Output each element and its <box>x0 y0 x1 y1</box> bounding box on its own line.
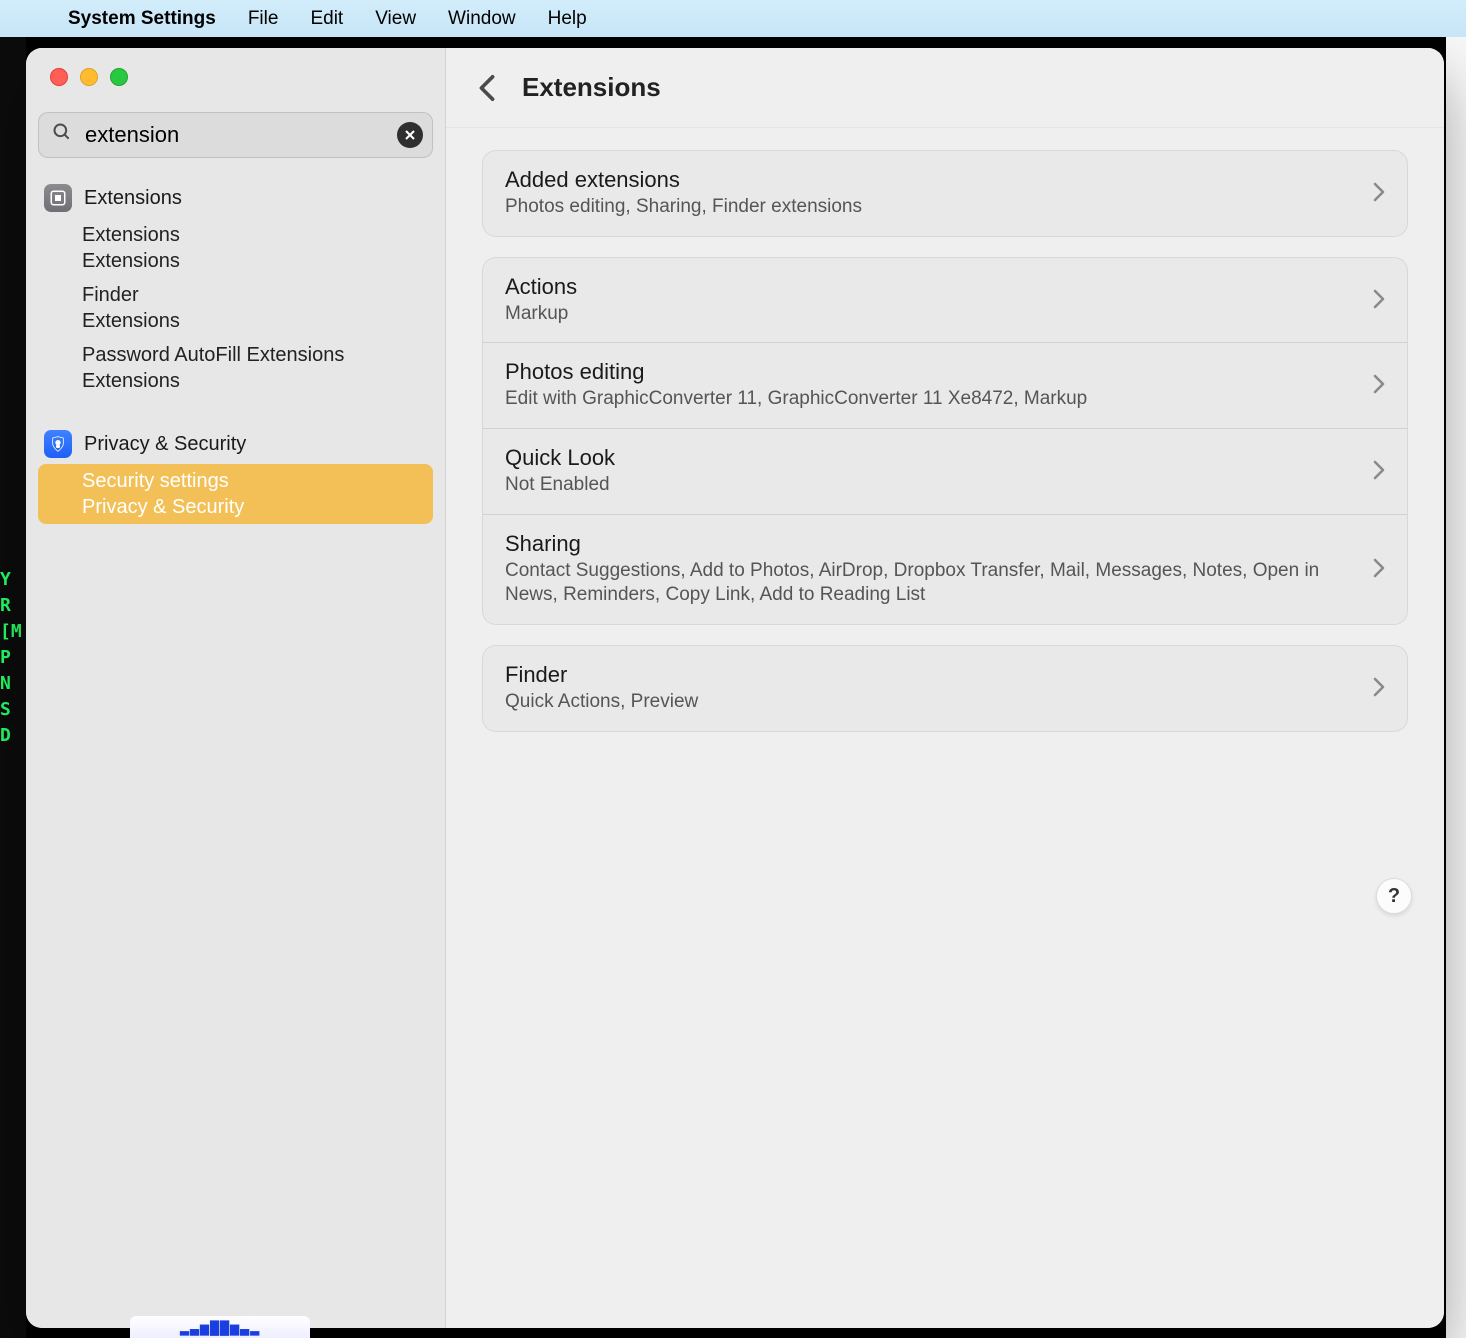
row-title: Finder <box>505 662 1373 688</box>
sidebar-group-extensions: Extensions Extensions Extensions Finder … <box>26 174 445 402</box>
menu-view[interactable]: View <box>375 8 416 30</box>
chevron-right-icon <box>1373 558 1385 581</box>
sidebar-heading-extensions[interactable]: Extensions <box>38 178 433 218</box>
row-subtitle: Edit with GraphicConverter 11, GraphicCo… <box>505 387 1373 412</box>
background-terminal: Y R [M P N S D <box>0 37 26 1338</box>
row-subtitle: Not Enabled <box>505 473 1373 498</box>
row-photos-editing[interactable]: Photos editing Edit with GraphicConverte… <box>483 342 1407 428</box>
content-header: Extensions <box>446 48 1444 128</box>
app-name[interactable]: System Settings <box>68 8 216 30</box>
chevron-right-icon <box>1373 677 1385 700</box>
menu-file[interactable]: File <box>248 8 279 30</box>
row-actions[interactable]: Actions Markup <box>483 258 1407 343</box>
row-subtitle: Markup <box>505 302 1373 327</box>
close-button[interactable] <box>50 68 68 86</box>
row-subtitle: Photos editing, Sharing, Finder extensio… <box>505 195 1373 220</box>
back-button[interactable] <box>470 71 504 105</box>
privacy-icon <box>44 430 72 458</box>
sidebar-item-security-settings[interactable]: Security settings Privacy & Security <box>38 464 433 524</box>
panel-added-extensions: Added extensions Photos editing, Sharing… <box>482 150 1408 237</box>
system-settings-window: Extensions Extensions Extensions Finder … <box>26 48 1444 1328</box>
sidebar-item-extensions[interactable]: Extensions Extensions <box>38 218 433 278</box>
clear-search-button[interactable] <box>397 122 423 148</box>
menu-window[interactable]: Window <box>448 8 516 30</box>
dock-thumbnail[interactable]: ▂▃▅▇▇▅▃▂ <box>130 1316 310 1338</box>
row-title: Quick Look <box>505 445 1373 471</box>
row-sharing[interactable]: Sharing Contact Suggestions, Add to Phot… <box>483 514 1407 624</box>
sidebar-item-finder-extensions[interactable]: Finder Extensions <box>38 278 433 338</box>
row-added-extensions[interactable]: Added extensions Photos editing, Sharing… <box>483 151 1407 236</box>
sidebar-group-privacy: Privacy & Security Security settings Pri… <box>26 420 445 528</box>
sidebar: Extensions Extensions Extensions Finder … <box>26 48 446 1328</box>
sidebar-heading-label: Extensions <box>84 187 182 210</box>
row-subtitle: Contact Suggestions, Add to Photos, AirD… <box>505 559 1373 608</box>
sidebar-heading-label: Privacy & Security <box>84 433 246 456</box>
search-icon <box>52 122 72 148</box>
row-title: Actions <box>505 274 1373 300</box>
sidebar-item-password-autofill[interactable]: Password AutoFill Extensions Extensions <box>38 338 433 398</box>
minimize-button[interactable] <box>80 68 98 86</box>
row-finder[interactable]: Finder Quick Actions, Preview <box>483 646 1407 731</box>
panel-finder: Finder Quick Actions, Preview <box>482 645 1408 732</box>
content-pane: Extensions Added extensions Photos editi… <box>446 48 1444 1328</box>
chevron-right-icon <box>1373 289 1385 312</box>
search-field-wrap <box>38 112 433 158</box>
chevron-right-icon <box>1373 182 1385 205</box>
sidebar-heading-privacy[interactable]: Privacy & Security <box>38 424 433 464</box>
row-title: Sharing <box>505 531 1373 557</box>
panel-area: Added extensions Photos editing, Sharing… <box>446 128 1444 754</box>
window-controls <box>26 68 445 86</box>
search-input[interactable] <box>38 112 433 158</box>
row-quick-look[interactable]: Quick Look Not Enabled <box>483 428 1407 514</box>
background-window-right <box>1446 37 1466 1338</box>
page-title: Extensions <box>522 72 661 103</box>
row-subtitle: Quick Actions, Preview <box>505 690 1373 715</box>
chevron-right-icon <box>1373 460 1385 483</box>
panel-extension-types: Actions Markup Photos editing Edit with … <box>482 257 1408 625</box>
help-button[interactable]: ? <box>1376 878 1412 914</box>
menubar: System Settings File Edit View Window He… <box>0 0 1466 37</box>
row-title: Added extensions <box>505 167 1373 193</box>
menu-help[interactable]: Help <box>548 8 587 30</box>
zoom-button[interactable] <box>110 68 128 86</box>
row-title: Photos editing <box>505 359 1373 385</box>
extensions-icon <box>44 184 72 212</box>
chevron-right-icon <box>1373 374 1385 397</box>
menu-edit[interactable]: Edit <box>310 8 343 30</box>
